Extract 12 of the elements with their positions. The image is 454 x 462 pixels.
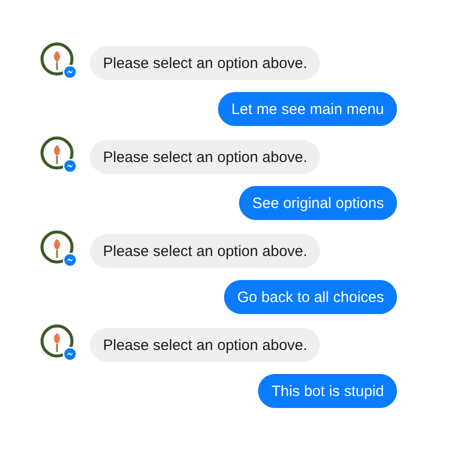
message-bubble: See original options [239,186,397,220]
message-bubble: Go back to all choices [224,280,397,314]
message-bubble: This bot is stupid [258,374,397,408]
message-bubble: Let me see main menu [218,92,397,126]
bot-avatar-icon [40,324,78,362]
message-bubble: Please select an option above. [90,140,320,174]
bot-avatar-icon [40,230,78,268]
message-bubble: Please select an option above. [90,328,320,362]
message-bubble: Please select an option above. [90,46,320,80]
bot-avatar-icon [40,136,78,174]
bot-avatar-icon [40,42,78,80]
message-bubble: Please select an option above. [90,234,320,268]
